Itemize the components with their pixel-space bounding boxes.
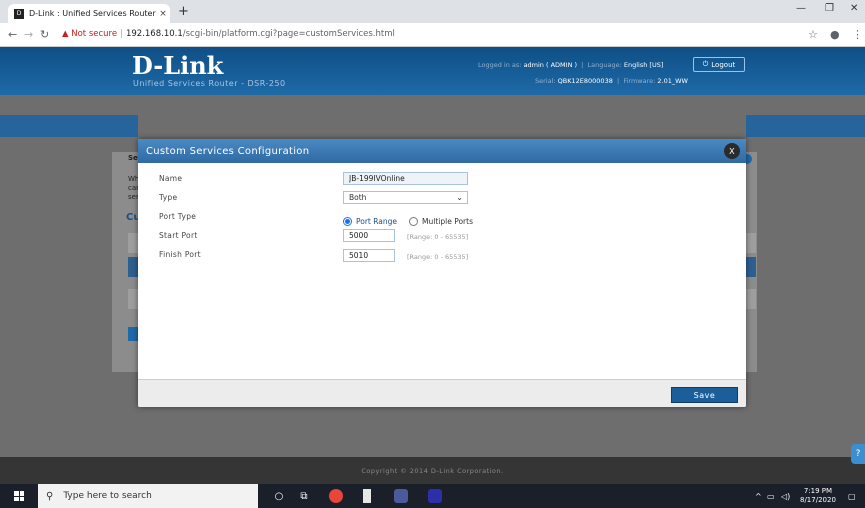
multiple-ports-label[interactable]: Multiple Ports xyxy=(422,217,473,226)
power-icon: ⏻ xyxy=(702,60,709,68)
logged-in-label: Logged in as: xyxy=(478,61,522,69)
tray-chevron-icon[interactable]: ^ xyxy=(755,492,762,501)
copyright-text: Copyright © 2014 D-Link Corporation. xyxy=(361,466,504,475)
language-label: Language: xyxy=(587,61,622,69)
product-subtitle: Unified Services Router - DSR-250 xyxy=(133,79,286,88)
finish-port-label: Finish Port xyxy=(159,250,201,259)
maximize-button[interactable]: ❐ xyxy=(825,3,834,14)
address-bar: ← → ↻ ▲ Not secure | 192.168.10.1/scgi-bin… xyxy=(0,23,865,47)
save-button[interactable]: Save xyxy=(671,387,738,403)
port-type-label: Port Type xyxy=(159,212,197,221)
type-select[interactable]: Both ⌄ xyxy=(343,191,468,204)
logged-in-value: admin ( ADMIN ) xyxy=(523,61,578,69)
cortana-icon[interactable]: ○ xyxy=(272,489,286,503)
bookmark-star-icon[interactable]: ☆ xyxy=(808,28,818,41)
menu-icon[interactable]: ⋮ xyxy=(852,28,863,41)
serial-label: Serial: xyxy=(535,77,556,85)
session-info: Logged in as: admin ( ADMIN ) | Language… xyxy=(478,61,664,69)
tab-close-icon[interactable]: × xyxy=(156,9,170,19)
chrome-icon[interactable] xyxy=(329,489,343,503)
taskbar-clock[interactable]: 7:19 PM 8/17/2020 xyxy=(800,487,836,505)
modal-close-button[interactable]: X xyxy=(724,143,740,159)
serial-value: QBK12E8000038 xyxy=(557,77,613,85)
reload-icon[interactable]: ↻ xyxy=(40,28,49,41)
search-placeholder: Type here to search xyxy=(63,491,152,501)
phone-app-icon[interactable] xyxy=(363,489,371,503)
notification-icon[interactable]: ▢ xyxy=(848,492,856,501)
start-port-input[interactable] xyxy=(343,229,395,242)
start-port-label: Start Port xyxy=(159,231,198,240)
clock-time: 7:19 PM xyxy=(803,487,833,495)
nav-strip-left xyxy=(0,115,138,137)
network-icon[interactable]: ▭ xyxy=(767,492,775,501)
windows-start-icon[interactable] xyxy=(14,491,24,501)
volume-icon[interactable]: ◁) xyxy=(781,492,790,501)
url-path: /scgi-bin/platform.cgi?page=customServic… xyxy=(182,29,395,39)
modal-header: Custom Services Configuration X xyxy=(138,139,746,163)
name-label: Name xyxy=(159,174,183,183)
dlink-favicon-icon: D xyxy=(14,8,24,19)
logout-button[interactable]: ⏻ Logout xyxy=(693,57,745,72)
language-value[interactable]: English [US] xyxy=(624,61,664,69)
new-tab-button[interactable]: + xyxy=(178,4,189,19)
modal-footer: Save xyxy=(138,379,746,407)
minimize-button[interactable]: — xyxy=(796,3,806,14)
device-info: Serial: QBK12E8000038 | Firmware: 2.01_W… xyxy=(535,77,688,85)
taskbar-search[interactable]: ⚲ Type here to search xyxy=(38,484,258,508)
tab-title: D-Link : Unified Services Router xyxy=(29,9,156,18)
port-type-radio-group: Port Range Multiple Ports xyxy=(343,217,473,226)
app-icon[interactable] xyxy=(428,489,442,503)
modal-title: Custom Services Configuration xyxy=(146,145,310,157)
url-host: 192.168.10.1 xyxy=(125,29,183,39)
finish-port-range-hint: [Range: 0 - 65535] xyxy=(407,253,469,261)
port-range-radio[interactable] xyxy=(343,217,352,226)
start-port-range-hint: [Range: 0 - 65535] xyxy=(407,233,469,241)
forward-arrow-icon[interactable]: → xyxy=(24,28,33,41)
url-field[interactable]: ▲ Not secure | 192.168.10.1/scgi-bin/platf… xyxy=(62,29,395,39)
not-secure-label[interactable]: ▲ Not secure xyxy=(62,29,117,39)
router-header: D-Link Unified Services Router - DSR-250… xyxy=(0,47,865,95)
finish-port-input[interactable] xyxy=(343,249,395,262)
task-view-icon[interactable]: ⧉ xyxy=(297,489,311,503)
close-window-button[interactable]: ✕ xyxy=(850,3,858,14)
router-page: D-Link Unified Services Router - DSR-250… xyxy=(0,47,865,484)
modal-body: Name Type Both ⌄ Port Type Port Range Mu… xyxy=(138,163,746,379)
search-icon: ⚲ xyxy=(46,490,54,502)
game-app-icon[interactable] xyxy=(394,489,408,503)
logout-label: Logout xyxy=(711,60,736,69)
help-chat-icon[interactable]: ? xyxy=(851,444,865,464)
chevron-down-icon: ⌄ xyxy=(456,193,463,202)
firmware-label: Firmware: xyxy=(623,77,656,85)
browser-tabbar: D D-Link : Unified Services Router × + —… xyxy=(0,0,865,23)
profile-icon[interactable]: ● xyxy=(830,28,840,41)
name-input[interactable] xyxy=(343,172,468,185)
back-arrow-icon[interactable]: ← xyxy=(8,28,17,41)
browser-tab[interactable]: D D-Link : Unified Services Router × xyxy=(8,4,170,23)
page-footer: Copyright © 2014 D-Link Corporation. xyxy=(0,457,865,484)
multiple-ports-radio[interactable] xyxy=(409,217,419,226)
type-select-value: Both xyxy=(349,193,367,202)
dlink-logo: D-Link xyxy=(132,51,224,80)
port-range-label[interactable]: Port Range xyxy=(356,217,397,226)
type-label: Type xyxy=(159,193,178,202)
clock-date: 8/17/2020 xyxy=(800,496,836,504)
windows-taskbar: ⚲ Type here to search ○ ⧉ ^ ▭ ◁) 7:19 PM… xyxy=(0,484,865,508)
firmware-value: 2.01_WW xyxy=(657,77,688,85)
custom-services-modal: Custom Services Configuration X Name Typ… xyxy=(138,139,746,407)
nav-strip-right xyxy=(746,115,865,137)
